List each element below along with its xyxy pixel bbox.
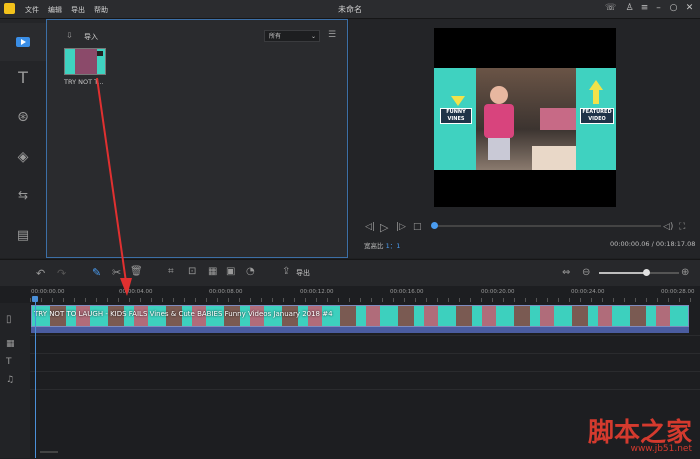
annotation-arrow [96, 77, 132, 296]
watermark-url: www.jb51.net [630, 444, 692, 454]
